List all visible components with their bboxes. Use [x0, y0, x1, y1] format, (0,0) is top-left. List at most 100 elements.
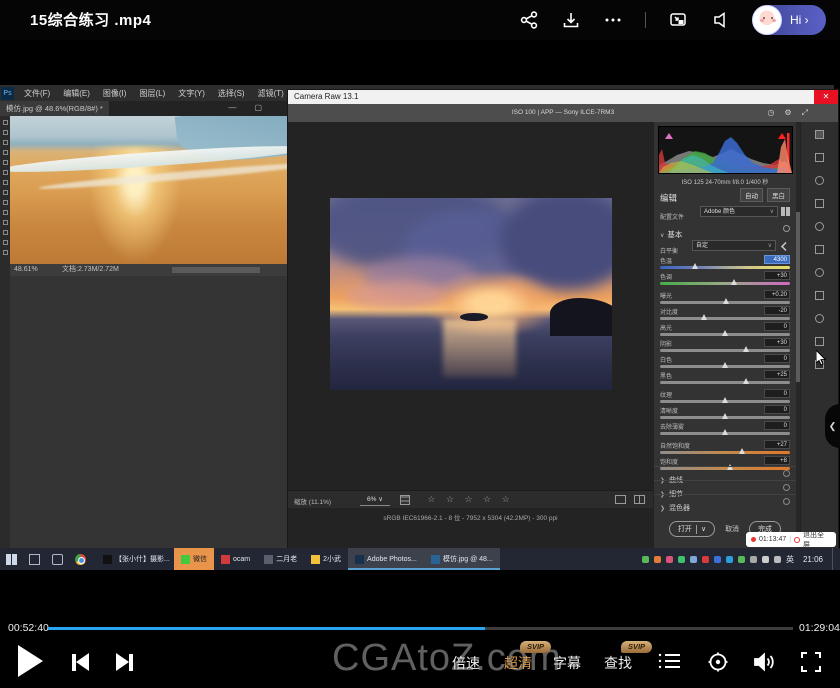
slider-row[interactable]: 白色0: [660, 355, 790, 370]
playlist-icon[interactable]: [658, 651, 680, 671]
slider-track[interactable]: [660, 317, 790, 320]
file-explorer-icon[interactable]: [52, 554, 63, 565]
slider-row[interactable]: 曝光+0.20: [660, 291, 790, 306]
tray-icon[interactable]: [774, 556, 781, 563]
slider-value-input[interactable]: +8: [764, 456, 790, 465]
menu-item[interactable]: 文字(Y): [178, 88, 205, 99]
camera-raw-tool-strip[interactable]: [800, 122, 838, 548]
user-avatar-button[interactable]: Hi ›: [752, 5, 826, 35]
basic-section-title[interactable]: 基本: [667, 230, 682, 239]
clock[interactable]: 21:06: [803, 555, 823, 564]
tray-icon[interactable]: [654, 556, 661, 563]
open-button[interactable]: 打开∨: [669, 521, 715, 537]
slider-handle[interactable]: [722, 330, 728, 336]
slider-row[interactable]: 色温4300: [660, 256, 790, 271]
speed-button[interactable]: 倍速: [452, 653, 480, 673]
section-toggle-icon[interactable]: [783, 484, 790, 491]
black-white-button[interactable]: 黑白: [767, 188, 790, 202]
slider-track[interactable]: [660, 266, 790, 269]
slider-handle[interactable]: [723, 298, 729, 304]
slider-value-input[interactable]: +30: [764, 271, 790, 280]
taskbar-app[interactable]: ocam: [214, 548, 257, 570]
history-icon[interactable]: ◷: [767, 108, 774, 118]
slider-value-input[interactable]: 4300: [764, 255, 790, 264]
slider-track[interactable]: [660, 381, 790, 384]
camera-raw-titlebar[interactable]: Camera Raw 13.1 ✕: [288, 90, 838, 104]
previous-button[interactable]: [72, 653, 89, 671]
slider-handle[interactable]: [743, 346, 749, 352]
chrome-icon[interactable]: [75, 554, 86, 565]
slider-value-input[interactable]: +27: [764, 440, 790, 449]
split-view-icon[interactable]: [634, 495, 645, 504]
eyedropper-icon[interactable]: [780, 240, 790, 251]
video-frame[interactable]: Ps 文件(F)编辑(E)图像(I)图层(L)文字(Y)选择(S)滤镜(T)3D…: [0, 78, 840, 572]
profile-select[interactable]: Adobe 颜色∨: [700, 206, 778, 217]
slider-handle[interactable]: [722, 413, 728, 419]
tray-icon[interactable]: [738, 556, 745, 563]
start-button[interactable]: [6, 554, 17, 565]
section-toggle-icon[interactable]: [783, 470, 790, 477]
shadow-clipping-indicator[interactable]: [665, 133, 673, 139]
progress-bar[interactable]: [48, 627, 793, 630]
slider-handle[interactable]: [692, 263, 698, 269]
announcement-off-icon[interactable]: [710, 10, 730, 30]
slider-value-input[interactable]: 0: [764, 389, 790, 398]
slider-value-input[interactable]: 0: [764, 322, 790, 331]
tray-icon[interactable]: [666, 556, 673, 563]
exit-fullscreen-label[interactable]: 退出全屏: [803, 530, 831, 550]
taskbar-app[interactable]: 2小武: [304, 548, 348, 570]
white-balance-select[interactable]: 自定∨: [692, 240, 776, 251]
player-side-panel-toggle[interactable]: ❮: [825, 404, 840, 448]
gear-icon[interactable]: ⚙: [784, 108, 791, 118]
tray-icon[interactable]: [726, 556, 733, 563]
close-button[interactable]: ✕: [814, 90, 838, 104]
zoom-level[interactable]: 48.61%: [14, 264, 38, 276]
record-screen-icon[interactable]: [707, 651, 729, 673]
menu-item[interactable]: 编辑(E): [63, 88, 90, 99]
more-icon[interactable]: [603, 10, 623, 30]
slider-handle[interactable]: [722, 362, 728, 368]
histogram[interactable]: [658, 126, 793, 174]
taskbar-app[interactable]: 【张小什】摄影...: [96, 548, 174, 570]
tray-icon[interactable]: [702, 556, 709, 563]
panel-section[interactable]: ❯细节: [654, 480, 796, 494]
tray-icon[interactable]: [750, 556, 757, 563]
taskbar-app[interactable]: 模仿.jpg @ 48...: [424, 548, 500, 570]
subtitle-button[interactable]: 字幕: [553, 653, 581, 673]
tray-icon[interactable]: [690, 556, 697, 563]
document-window-buttons[interactable]: — ▢: [228, 101, 270, 115]
slider-row[interactable]: 阴影+30: [660, 339, 790, 354]
slider-handle[interactable]: [739, 448, 745, 454]
slider-handle[interactable]: [701, 314, 707, 320]
slider-handle[interactable]: [731, 279, 737, 285]
auto-button[interactable]: 自动: [740, 188, 763, 202]
camera-raw-preview-area[interactable]: 缩放 (11.1%) 6% ∨ ☆ ☆ ☆ ☆ ☆ sRGB IEC61966-…: [288, 122, 653, 548]
recording-indicator[interactable]: 01:13:47 | 退出全屏: [746, 532, 836, 547]
slider-row[interactable]: 高光0: [660, 323, 790, 338]
volume-icon[interactable]: [752, 651, 776, 673]
horizontal-scrollbar[interactable]: [172, 267, 260, 273]
find-button[interactable]: 查找: [604, 653, 632, 673]
photoshop-toolbar[interactable]: [0, 116, 10, 548]
slider-row[interactable]: 对比度-20: [660, 307, 790, 322]
next-button[interactable]: [116, 653, 133, 671]
tray-icon[interactable]: [714, 556, 721, 563]
slider-value-input[interactable]: +0.20: [764, 290, 790, 299]
quality-button[interactable]: 超清: [504, 653, 532, 673]
menu-item[interactable]: 选择(S): [218, 88, 245, 99]
tray-icon[interactable]: [678, 556, 685, 563]
taskbar-app[interactable]: 微信: [174, 548, 214, 570]
slider-row[interactable]: 去除薄雾0: [660, 422, 790, 437]
download-icon[interactable]: [561, 10, 581, 30]
show-desktop-button[interactable]: [832, 548, 836, 570]
slider-row[interactable]: 纹理0: [660, 390, 790, 405]
star-rating[interactable]: ☆ ☆ ☆ ☆ ☆: [288, 494, 653, 505]
profile-browser-icon[interactable]: [781, 207, 790, 216]
taskbar-app[interactable]: 二月老: [257, 548, 304, 570]
taskbar-app[interactable]: Adobe Photos...: [348, 548, 424, 570]
panel-section[interactable]: ❯混色器: [654, 494, 796, 508]
panel-section[interactable]: ❯曲线: [654, 466, 796, 480]
tray-icon[interactable]: [762, 556, 769, 563]
menu-item[interactable]: 图像(I): [103, 88, 127, 99]
slider-track[interactable]: [660, 349, 790, 352]
